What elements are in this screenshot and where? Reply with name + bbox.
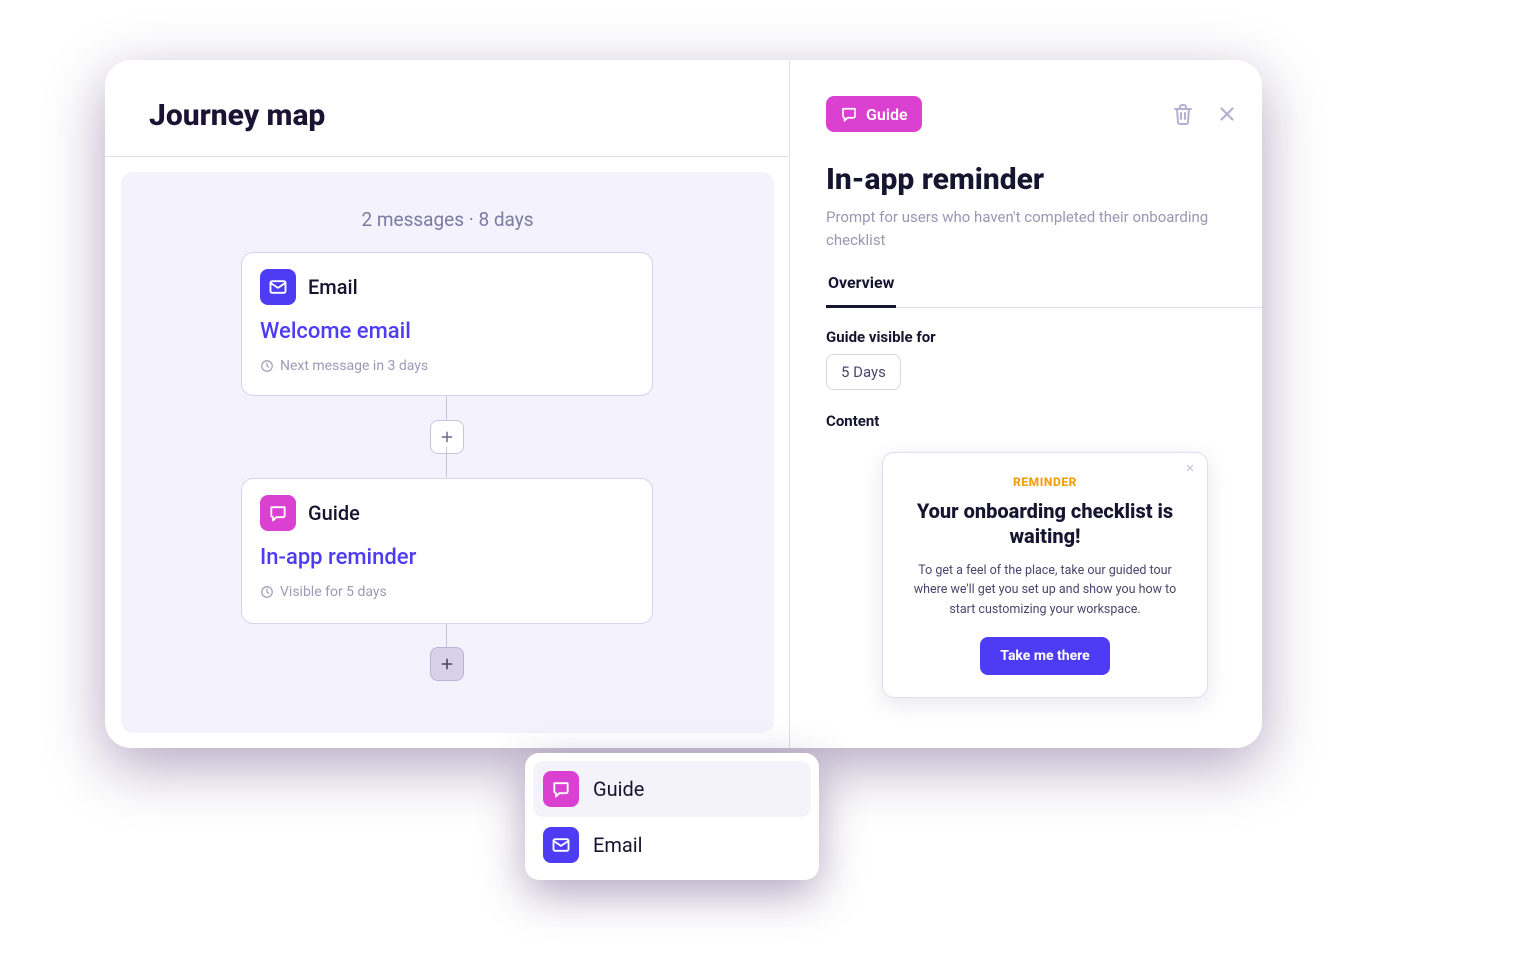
- card-meta: Visible for 5 days: [260, 584, 634, 600]
- preview-heading: Your onboarding checklist is waiting!: [909, 499, 1181, 549]
- visible-for-field[interactable]: 5 Days: [826, 354, 901, 390]
- add-step-button[interactable]: [430, 420, 464, 454]
- guide-icon: [543, 771, 579, 807]
- add-step-menu: Guide Email: [525, 753, 819, 880]
- journey-card-guide[interactable]: Guide In-app reminder Visible for 5 days: [241, 478, 653, 624]
- page-title: Journey map: [149, 98, 325, 133]
- add-step-button-active[interactable]: [430, 647, 464, 681]
- menu-item-label: Guide: [593, 777, 644, 801]
- tab-overview[interactable]: Overview: [826, 266, 896, 308]
- add-step-menu-item-guide[interactable]: Guide: [533, 761, 811, 817]
- detail-title: In-app reminder: [826, 162, 1044, 197]
- app-window: Journey map 2 messages · 8 days Email: [105, 60, 1262, 748]
- card-type-label: Guide: [308, 501, 360, 525]
- journey-summary: 2 messages · 8 days: [121, 208, 774, 231]
- add-step-menu-item-email[interactable]: Email: [533, 817, 811, 873]
- clock-icon: [260, 585, 274, 599]
- email-icon: [260, 269, 296, 305]
- guide-icon: [260, 495, 296, 531]
- delete-button[interactable]: [1170, 101, 1196, 127]
- connector: [446, 624, 447, 649]
- journey-panel: Journey map 2 messages · 8 days Email: [105, 60, 790, 748]
- close-button[interactable]: [1214, 101, 1240, 127]
- connector: [446, 447, 447, 477]
- card-meta-text: Visible for 5 days: [280, 584, 387, 600]
- journey-card-email[interactable]: Email Welcome email Next message in 3 da…: [241, 252, 653, 396]
- card-title: In-app reminder: [260, 545, 634, 570]
- detail-description: Prompt for users who haven't completed t…: [826, 206, 1226, 251]
- content-label: Content: [826, 412, 879, 430]
- guide-preview: REMINDER Your onboarding checklist is wa…: [882, 452, 1208, 698]
- email-icon: [543, 827, 579, 863]
- visible-for-label: Guide visible for: [826, 328, 936, 346]
- preview-cta-button[interactable]: Take me there: [980, 637, 1109, 675]
- card-meta-text: Next message in 3 days: [280, 358, 428, 374]
- detail-tabs: Overview: [826, 266, 1262, 308]
- menu-item-label: Email: [593, 833, 643, 857]
- preview-eyebrow: REMINDER: [909, 475, 1181, 489]
- clock-icon: [260, 359, 274, 373]
- guide-chip-icon: [840, 105, 858, 123]
- guide-chip: Guide: [826, 96, 922, 132]
- preview-body: To get a feel of the place, take our gui…: [909, 561, 1181, 619]
- journey-canvas: 2 messages · 8 days Email Welcome email: [121, 172, 774, 733]
- detail-panel: Guide In-app remin: [790, 60, 1262, 748]
- card-type-label: Email: [308, 275, 358, 299]
- guide-chip-label: Guide: [866, 105, 908, 124]
- card-title: Welcome email: [260, 319, 634, 344]
- card-meta: Next message in 3 days: [260, 358, 634, 374]
- divider: [105, 156, 790, 157]
- preview-close-icon[interactable]: [1185, 463, 1195, 473]
